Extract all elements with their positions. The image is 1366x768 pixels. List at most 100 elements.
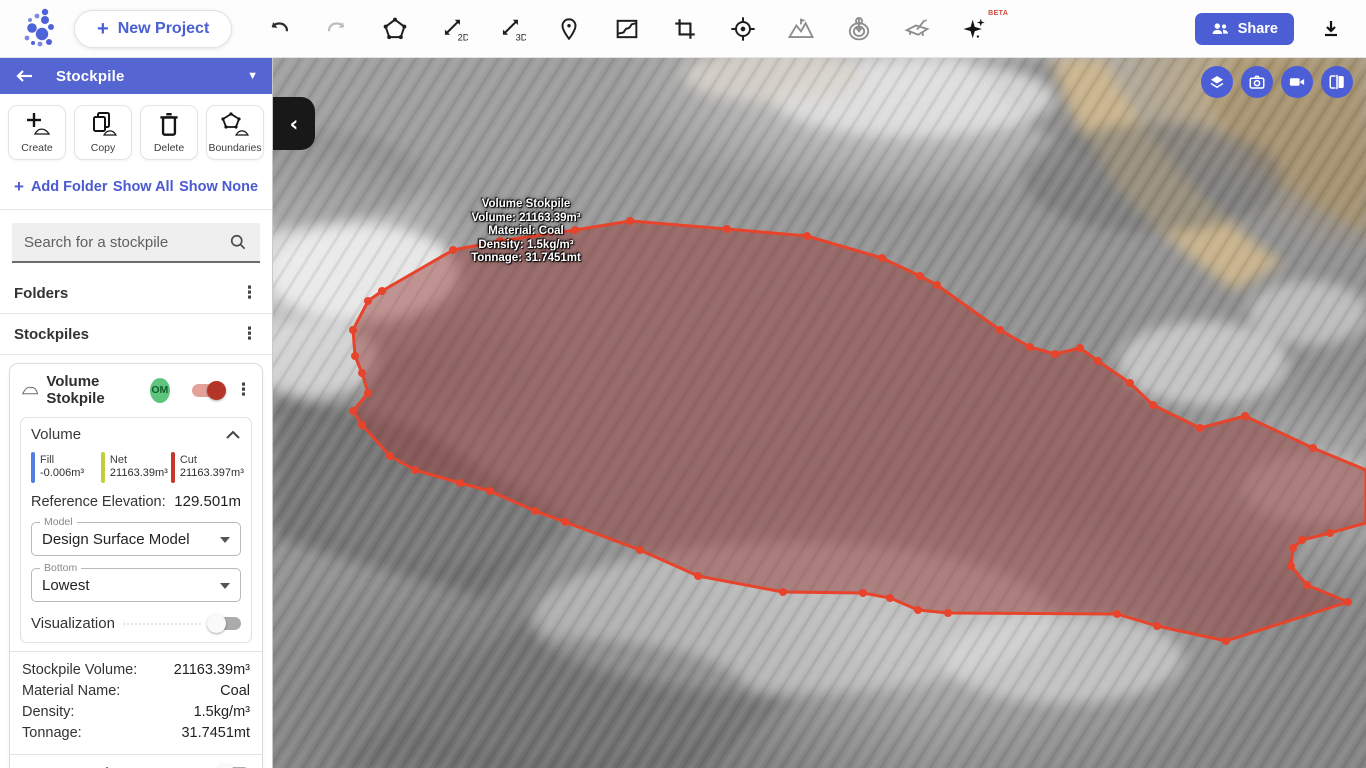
arrow-left-icon [14, 68, 34, 84]
camera-icon [1248, 73, 1266, 91]
volume-panel-title: Volume [31, 426, 81, 443]
net-stat: Net 21163.39m³ [101, 450, 171, 483]
create-icon [22, 111, 52, 139]
target-button[interactable] [726, 12, 760, 46]
search-box [12, 223, 260, 263]
svg-text:2D: 2D [458, 32, 468, 42]
cut-bar [171, 452, 175, 483]
fill-stat: Fill -0.006m³ [31, 450, 101, 483]
sidebar-collapse-button[interactable]: ‹ [273, 97, 315, 150]
visualization-row: Visualization [31, 615, 241, 632]
surface-edit-icon [902, 14, 932, 44]
measure-2d-button[interactable]: 2D [436, 12, 470, 46]
stockpile-card: Volume Stokpile OM ⋮ Volume [9, 363, 263, 768]
copy-stockpile-button[interactable]: Copy [74, 105, 132, 160]
boundaries-icon [219, 111, 251, 139]
topbar-right: Share [1195, 12, 1348, 46]
new-project-label: New Project [118, 20, 210, 38]
polygon-icon [381, 15, 409, 43]
video-camera-icon [1288, 73, 1306, 91]
ai-assist-button[interactable]: BETA [958, 12, 992, 46]
visualization-toggle[interactable] [209, 617, 241, 630]
copy-icon [88, 111, 118, 139]
volume-panel: Volume Fill -0.006m³ [20, 417, 252, 643]
delete-stockpile-button[interactable]: Delete [140, 105, 198, 160]
plus-icon: + [14, 177, 24, 197]
chevron-down-icon [220, 583, 230, 589]
bottom-select[interactable]: Bottom Lowest [31, 568, 241, 602]
target-icon [729, 15, 757, 43]
redo-button[interactable] [320, 12, 354, 46]
folders-label: Folders [14, 285, 68, 302]
fill-bar [31, 452, 35, 483]
people-icon [1211, 21, 1230, 36]
avatar[interactable]: OM [150, 378, 170, 403]
sidebar-title: Stockpile [56, 68, 125, 85]
terrain-volume-icon [786, 14, 816, 44]
svg-text:3D: 3D [516, 32, 526, 42]
trash-icon [156, 111, 182, 139]
measure-2d-icon: 2D [438, 14, 468, 44]
stockpile-name: Volume Stokpile [46, 373, 140, 407]
elevation-profile-button[interactable] [610, 12, 644, 46]
back-button[interactable] [14, 68, 34, 84]
stockpiles-label: Stockpiles [14, 326, 89, 343]
undo-icon [266, 16, 292, 42]
stockpiles-section-row[interactable]: Stockpiles ⋮ [0, 314, 272, 355]
folder-links-row: + Add Folder Show All Show None [0, 169, 272, 210]
measure-3d-button[interactable]: 3D [494, 12, 528, 46]
add-folder-button[interactable]: + Add Folder [14, 177, 107, 197]
app-logo-icon[interactable] [18, 6, 58, 52]
measure-3d-icon: 3D [496, 14, 526, 44]
plus-icon: + [97, 22, 109, 36]
undo-button[interactable] [262, 12, 296, 46]
contours-icon [844, 14, 874, 44]
boundaries-button[interactable]: Boundaries [206, 105, 264, 160]
chevron-down-icon[interactable]: ▼ [247, 70, 258, 82]
download-button[interactable] [1314, 12, 1348, 46]
beta-badge: BETA [988, 10, 1008, 17]
chevron-down-icon [220, 537, 230, 543]
create-stockpile-button[interactable]: Create [8, 105, 66, 160]
map-view-buttons [1201, 66, 1353, 98]
compare-split-icon [1328, 73, 1346, 91]
detail-row: Tonnage: 31.7451mt [22, 722, 250, 743]
folders-section-row[interactable]: Folders ⋮ [0, 273, 272, 314]
show-all-button[interactable]: Show All [113, 179, 174, 195]
stockpile-details: Stockpile Volume: 21163.39m³ Material Na… [10, 651, 262, 749]
location-pin-icon [556, 16, 582, 42]
polygon-tool-button[interactable] [378, 12, 412, 46]
chevron-up-icon[interactable] [225, 430, 241, 440]
surface-edit-button[interactable] [900, 12, 934, 46]
elevation-profile-icon [613, 15, 641, 43]
location-pin-button[interactable] [552, 12, 586, 46]
detail-row: Density: 1.5kg/m³ [22, 701, 250, 722]
compare-volume-row: Compare Volume [10, 754, 262, 768]
stockpile-sidebar: Stockpile ▼ Create Copy [0, 58, 273, 768]
layers-button[interactable] [1201, 66, 1233, 98]
show-none-button[interactable]: Show None [179, 179, 258, 195]
stockpile-visibility-toggle[interactable] [192, 384, 224, 397]
search-input[interactable] [24, 234, 228, 251]
detail-row: Stockpile Volume: 21163.39m³ [22, 659, 250, 680]
reference-elevation-row: Reference Elevation: 129.501m [31, 493, 241, 510]
contours-button[interactable] [842, 12, 876, 46]
terrain-volume-button[interactable] [784, 12, 818, 46]
stockpile-menu-button[interactable]: ⋮ [235, 382, 252, 399]
new-project-button[interactable]: + New Project [74, 10, 232, 48]
stockpiles-menu-button[interactable]: ⋮ [241, 326, 258, 343]
crop-button[interactable] [668, 12, 702, 46]
folders-menu-button[interactable]: ⋮ [241, 285, 258, 302]
map-3d-viewport[interactable]: Volume Stokpile Volume: 21163.39m³ Mater… [273, 58, 1366, 768]
cut-stat: Cut 21163.397m³ [171, 450, 241, 483]
app-window: + New Project [0, 0, 1366, 768]
crop-icon [672, 16, 698, 42]
screenshot-button[interactable] [1241, 66, 1273, 98]
compare-view-button[interactable] [1321, 66, 1353, 98]
model-select[interactable]: Model Design Surface Model [31, 522, 241, 556]
stockpile-actions: Create Copy Delete [0, 94, 272, 169]
top-toolbar: + New Project [0, 0, 1366, 58]
share-button[interactable]: Share [1195, 13, 1294, 45]
search-icon [228, 232, 248, 252]
record-video-button[interactable] [1281, 66, 1313, 98]
